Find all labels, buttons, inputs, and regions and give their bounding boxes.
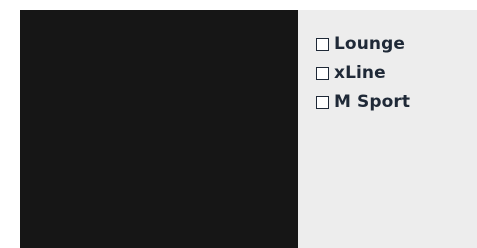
option-label: Lounge <box>334 34 406 54</box>
option-label: M Sport <box>334 92 411 112</box>
preview-image-panel <box>20 10 298 248</box>
checkbox-icon[interactable] <box>316 95 329 109</box>
option-xline[interactable]: xLine <box>316 62 410 84</box>
trim-options-list: Lounge xLine M Sport <box>316 33 410 113</box>
checkbox-icon[interactable] <box>316 37 329 51</box>
option-m-sport[interactable]: M Sport <box>316 91 410 113</box>
option-lounge[interactable]: Lounge <box>316 33 410 55</box>
option-label: xLine <box>334 63 386 83</box>
trim-filter-widget: Lounge xLine M Sport <box>0 0 477 248</box>
trim-options-panel: Lounge xLine M Sport <box>298 10 477 248</box>
checkbox-icon[interactable] <box>316 66 329 80</box>
